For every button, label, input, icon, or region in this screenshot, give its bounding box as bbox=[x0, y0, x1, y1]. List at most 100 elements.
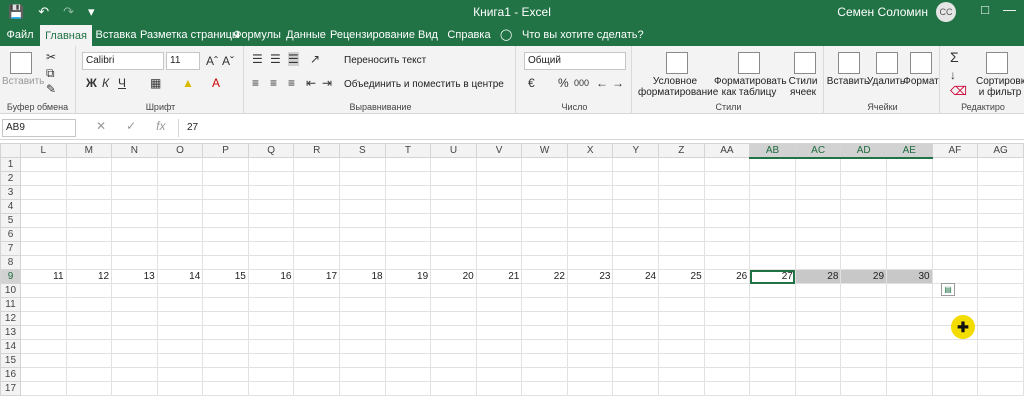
cell[interactable] bbox=[65, 241, 113, 256]
font-name-select[interactable]: Calibri bbox=[82, 52, 164, 70]
cell[interactable] bbox=[840, 255, 888, 270]
cell[interactable] bbox=[111, 381, 158, 396]
cell[interactable] bbox=[339, 171, 386, 186]
row-header[interactable]: 1 bbox=[0, 157, 21, 172]
cell[interactable] bbox=[430, 227, 477, 242]
cell[interactable] bbox=[19, 213, 67, 228]
cell[interactable] bbox=[247, 283, 295, 298]
cell[interactable] bbox=[566, 283, 614, 298]
cell[interactable] bbox=[339, 353, 386, 368]
cut-icon[interactable]: ✂ bbox=[46, 50, 56, 64]
cell[interactable] bbox=[703, 339, 751, 354]
cell[interactable] bbox=[749, 325, 796, 340]
cell[interactable] bbox=[794, 297, 842, 312]
cell[interactable] bbox=[247, 213, 295, 228]
column-header[interactable]: S bbox=[339, 143, 386, 158]
cell[interactable] bbox=[658, 171, 705, 186]
cell[interactable] bbox=[65, 213, 113, 228]
cell[interactable] bbox=[202, 227, 249, 242]
column-header[interactable]: AB bbox=[749, 143, 796, 159]
cell[interactable] bbox=[886, 325, 933, 340]
cell[interactable] bbox=[384, 157, 432, 172]
column-header[interactable]: X bbox=[566, 143, 614, 158]
column-header[interactable]: M bbox=[65, 143, 113, 158]
tab-page-layout[interactable]: Разметка страницы bbox=[140, 24, 240, 46]
bold-button[interactable]: Ж bbox=[86, 76, 97, 90]
cell[interactable] bbox=[977, 255, 1024, 270]
cell[interactable] bbox=[111, 353, 158, 368]
cell[interactable] bbox=[202, 283, 249, 298]
row-header[interactable]: 17 bbox=[0, 381, 21, 396]
cell[interactable] bbox=[703, 297, 751, 312]
cell[interactable] bbox=[749, 297, 796, 312]
sort-filter-button[interactable]: Сортировка и фильтр bbox=[976, 76, 1024, 98]
cell[interactable] bbox=[293, 353, 341, 368]
cell[interactable] bbox=[703, 171, 751, 186]
cell[interactable] bbox=[749, 339, 796, 354]
cell[interactable] bbox=[566, 325, 614, 340]
cell[interactable] bbox=[19, 381, 67, 396]
cell[interactable] bbox=[65, 339, 113, 354]
cell[interactable] bbox=[886, 339, 933, 354]
cell[interactable] bbox=[840, 283, 888, 298]
cell[interactable] bbox=[840, 325, 888, 340]
cell[interactable] bbox=[475, 283, 523, 298]
cell[interactable] bbox=[703, 325, 751, 340]
cell[interactable] bbox=[977, 213, 1024, 228]
cell[interactable]: 18 bbox=[339, 269, 386, 284]
cell[interactable] bbox=[566, 157, 614, 172]
cell[interactable] bbox=[886, 367, 933, 382]
cell[interactable] bbox=[840, 199, 888, 214]
cell[interactable] bbox=[156, 381, 204, 396]
column-header[interactable]: T bbox=[384, 143, 432, 158]
cell[interactable] bbox=[111, 325, 158, 340]
tab-data[interactable]: Данные bbox=[284, 24, 328, 46]
row-header[interactable]: 10 bbox=[0, 283, 21, 298]
cell[interactable]: 17 bbox=[293, 269, 341, 284]
cell[interactable] bbox=[202, 157, 249, 172]
cell[interactable] bbox=[521, 185, 568, 200]
select-all-corner[interactable] bbox=[0, 143, 21, 158]
cell[interactable] bbox=[840, 157, 888, 172]
cell[interactable] bbox=[19, 157, 67, 172]
cell[interactable] bbox=[703, 367, 751, 382]
cell[interactable] bbox=[658, 227, 705, 242]
cell[interactable] bbox=[931, 157, 979, 172]
column-header[interactable]: AF bbox=[931, 143, 979, 158]
cell[interactable] bbox=[749, 381, 796, 396]
percent-button[interactable]: % bbox=[558, 76, 569, 90]
cell[interactable] bbox=[111, 171, 158, 186]
cell[interactable] bbox=[156, 213, 204, 228]
paste-icon[interactable] bbox=[10, 52, 32, 74]
cell[interactable] bbox=[339, 325, 386, 340]
cell[interactable] bbox=[247, 381, 295, 396]
cell[interactable] bbox=[794, 283, 842, 298]
cell[interactable]: 30 bbox=[886, 269, 933, 284]
cell[interactable]: 24 bbox=[612, 269, 660, 284]
cell[interactable] bbox=[384, 381, 432, 396]
enter-icon[interactable]: ✓ bbox=[126, 119, 136, 133]
row-header[interactable]: 5 bbox=[0, 213, 21, 228]
cell[interactable] bbox=[840, 171, 888, 186]
cell[interactable] bbox=[794, 325, 842, 340]
cell[interactable] bbox=[794, 353, 842, 368]
cell[interactable] bbox=[521, 171, 568, 186]
cell[interactable] bbox=[384, 297, 432, 312]
cell[interactable] bbox=[703, 283, 751, 298]
cell[interactable] bbox=[156, 353, 204, 368]
cell[interactable] bbox=[521, 241, 568, 256]
cell[interactable] bbox=[111, 255, 158, 270]
row-header[interactable]: 7 bbox=[0, 241, 21, 256]
row-header[interactable]: 14 bbox=[0, 339, 21, 354]
column-header[interactable]: AD bbox=[840, 143, 888, 159]
underline-button[interactable]: Ч bbox=[118, 76, 126, 90]
cell[interactable] bbox=[156, 241, 204, 256]
cell[interactable] bbox=[430, 255, 477, 270]
cell[interactable] bbox=[703, 185, 751, 200]
cell[interactable] bbox=[293, 199, 341, 214]
cell[interactable] bbox=[840, 297, 888, 312]
cell[interactable] bbox=[339, 339, 386, 354]
cell[interactable] bbox=[293, 171, 341, 186]
cell[interactable] bbox=[430, 157, 477, 172]
cell[interactable] bbox=[475, 157, 523, 172]
